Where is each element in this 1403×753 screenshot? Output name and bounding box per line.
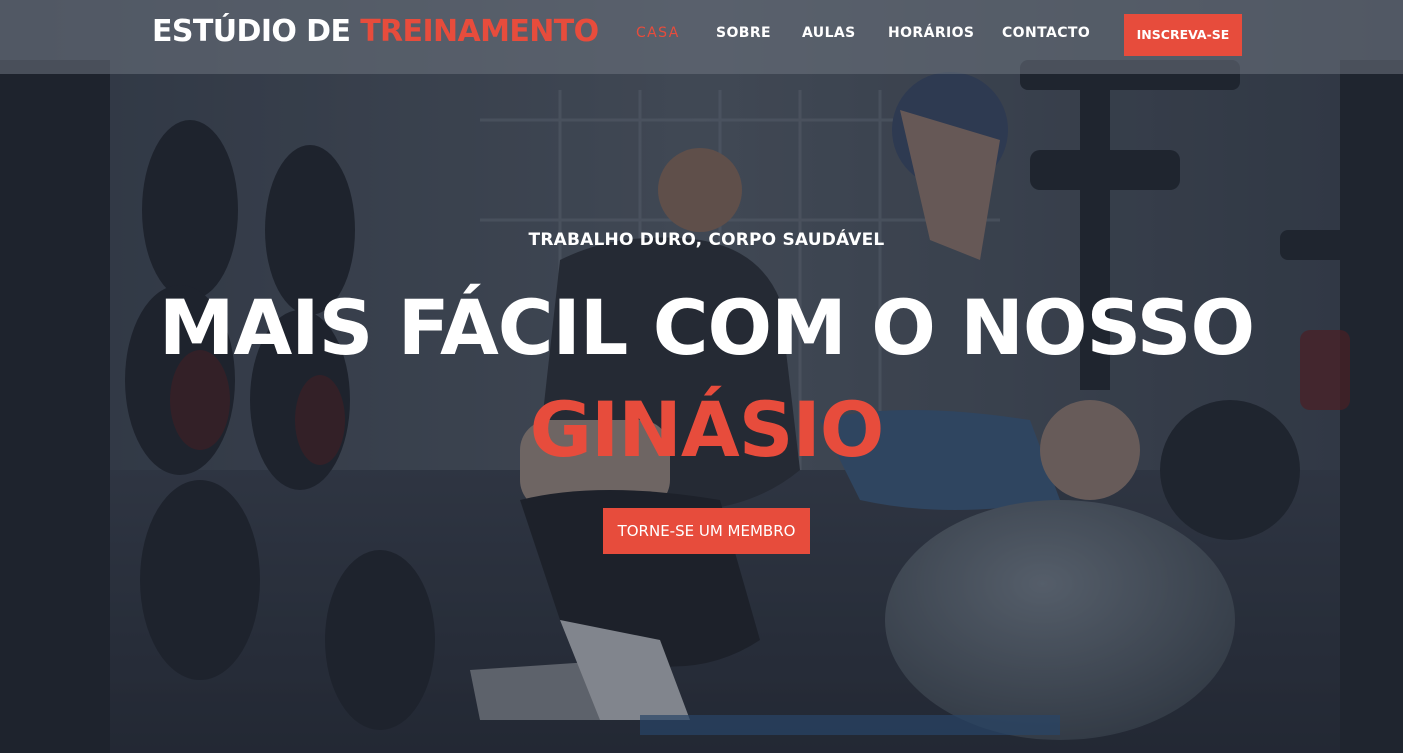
signup-button[interactable]: INSCREVA-SE: [1124, 14, 1242, 56]
hero-headline-accent: GINÁSIO: [529, 385, 885, 474]
hero-dark-overlay: [0, 0, 1403, 753]
become-member-button[interactable]: TORNE-SE UM MEMBRO: [603, 508, 810, 554]
nav-link-contacto[interactable]: CONTACTO: [1002, 25, 1090, 41]
site-header: ESTÚDIO DE TREINAMENTO CASA SOBRE AULAS …: [0, 0, 1403, 74]
hero-headline: MAIS FÁCIL COM O NOSSO: [158, 283, 1255, 372]
nav-link-aulas[interactable]: AULAS: [802, 25, 856, 41]
site-logo[interactable]: ESTÚDIO DE TREINAMENTO: [152, 14, 599, 49]
nav-link-casa[interactable]: CASA: [636, 25, 680, 41]
nav-link-sobre[interactable]: SOBRE: [716, 25, 771, 41]
hero-section: ESTÚDIO DE TREINAMENTO CASA SOBRE AULAS …: [0, 0, 1403, 753]
logo-accent-text: TREINAMENTO: [360, 14, 599, 49]
logo-main-text: ESTÚDIO DE: [152, 14, 361, 49]
nav-link-horarios[interactable]: HORÁRIOS: [888, 25, 974, 41]
hero-tagline: TRABALHO DURO, CORPO SAUDÁVEL: [528, 230, 885, 250]
